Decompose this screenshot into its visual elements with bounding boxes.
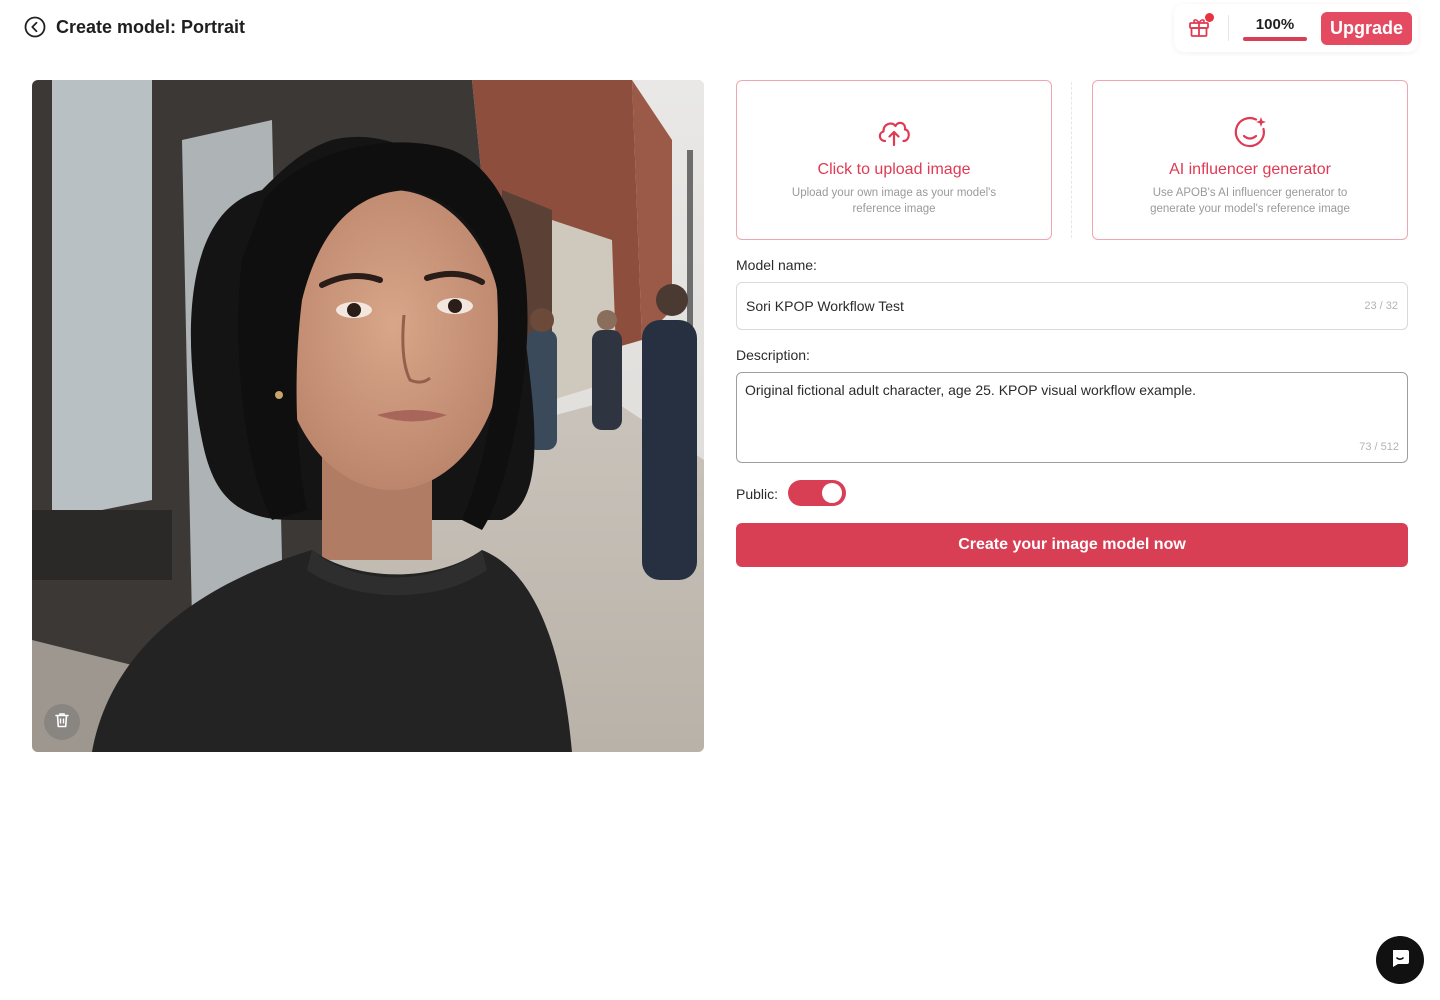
chat-bubble-icon: [1388, 946, 1412, 975]
public-label: Public:: [736, 486, 779, 502]
top-bar: Create model: Portrait 100% Upgrade: [0, 0, 1440, 58]
gift-button[interactable]: [1184, 13, 1214, 43]
ai-card-title: AI influencer generator: [1169, 161, 1331, 178]
description-textarea[interactable]: Original fictional adult character, age …: [736, 372, 1408, 463]
ai-card-subtitle: Use APOB's AI influencer generator to ge…: [1150, 187, 1350, 215]
credit-progress-bar: [1242, 36, 1307, 41]
model-name-value: Sori KPOP Workflow Test: [746, 298, 904, 314]
reference-photo: [32, 80, 704, 752]
ai-influencer-card[interactable]: AI influencer generator Use APOB's AI in…: [1092, 80, 1408, 240]
delete-photo-button[interactable]: [44, 704, 80, 740]
circle-chevron-left-icon[interactable]: [24, 16, 46, 38]
description-label: Description:: [736, 347, 810, 363]
back-button[interactable]: Create model: Portrait: [24, 16, 245, 38]
chat-launcher-button[interactable]: [1376, 936, 1424, 984]
portrait-illustration: [32, 80, 704, 752]
toggle-knob: [822, 483, 842, 503]
upload-card-subtitle: Upload your own image as your model's re…: [791, 187, 997, 215]
credit-percent: 100%: [1255, 15, 1295, 33]
model-name-char-count: 23 / 32: [1364, 300, 1398, 312]
model-name-input[interactable]: Sori KPOP Workflow Test 23 / 32: [736, 282, 1408, 330]
description-value: Original fictional adult character, age …: [745, 382, 1197, 398]
account-toolbar: 100% Upgrade: [1173, 4, 1418, 52]
model-name-label: Model name:: [736, 257, 817, 273]
upload-image-card[interactable]: Click to upload image Upload your own im…: [736, 80, 1052, 240]
create-model-button[interactable]: Create your image model now: [736, 523, 1408, 567]
description-char-count: 73 / 512: [1359, 441, 1399, 453]
upgrade-button[interactable]: Upgrade: [1320, 11, 1412, 45]
notification-dot: [1204, 13, 1214, 22]
trash-icon: [53, 711, 71, 734]
credit-meter[interactable]: 100%: [1242, 15, 1307, 41]
upload-card-title: Click to upload image: [817, 161, 971, 178]
public-toggle[interactable]: [788, 480, 846, 506]
card-divider: [1071, 82, 1072, 238]
cloud-upload-icon: [873, 111, 915, 153]
toolbar-divider: [1227, 15, 1229, 41]
page-title: Create model: Portrait: [56, 16, 246, 37]
sparkle-face-icon: [1229, 111, 1271, 153]
